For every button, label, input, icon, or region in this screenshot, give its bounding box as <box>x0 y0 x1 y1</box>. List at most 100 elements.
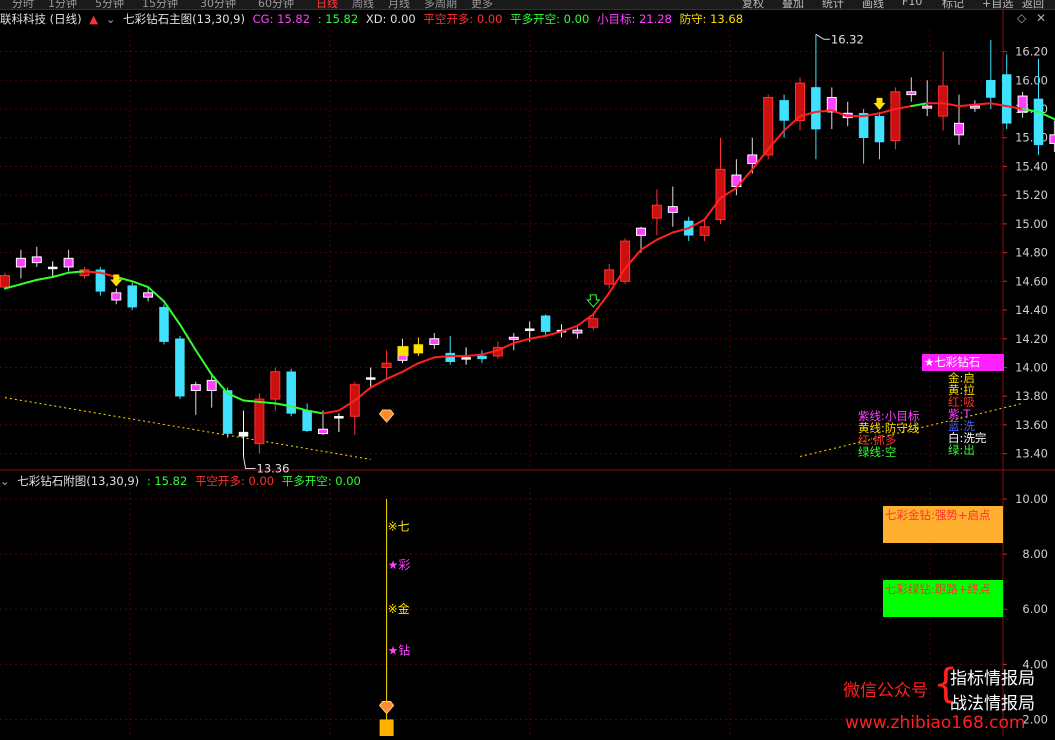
high-marker-line <box>815 33 830 40</box>
candle-body <box>318 428 328 435</box>
candle-body <box>922 105 933 109</box>
main-curve-segment <box>528 334 547 340</box>
main-curve-segment <box>417 356 436 365</box>
main-curve-segment <box>322 409 340 415</box>
low-marker-line <box>243 456 256 470</box>
sub-signal-label: ★彩 <box>388 558 411 572</box>
watermark-url: www.zhibiao168.com <box>845 713 1026 733</box>
diamond-icon <box>378 700 395 715</box>
candle-body <box>540 315 551 332</box>
candle-body <box>890 91 901 142</box>
signal-bar <box>379 719 394 736</box>
y-tick-label: 14.00 <box>1015 360 1048 374</box>
sub-signal-label: ★钻 <box>388 643 411 658</box>
candle-body <box>508 336 519 340</box>
defense-dotted-line <box>4 397 371 460</box>
candle-body <box>524 328 535 331</box>
sub-signal-label: ※七 <box>388 520 410 534</box>
y-tick-label: 13.80 <box>1015 389 1048 403</box>
wechat-label: 微信公众号 <box>843 681 928 701</box>
y-tick-label: 14.40 <box>1015 303 1048 317</box>
watermark-line-2: 战法情报局 <box>950 694 1035 714</box>
legend-right-column: 金:启 黄:拉 红:吸 紫:T 蓝:洗 白:洗完 绿:出 <box>948 372 986 456</box>
gold-diamond-box: 七彩金钻:强势+启点 <box>883 506 1003 543</box>
candle-body <box>254 398 265 445</box>
candle-body <box>445 352 455 362</box>
candle-body <box>699 226 710 236</box>
main-curve-segment <box>19 278 38 286</box>
candle-body <box>334 416 344 419</box>
candle-body <box>238 431 249 437</box>
candle-body <box>588 318 599 328</box>
candle-body <box>906 91 917 96</box>
candle-body <box>31 256 42 264</box>
candle-body <box>477 355 487 360</box>
candle-body <box>127 285 137 308</box>
legend-entry: 绿线:空 <box>858 445 897 459</box>
y-tick-label: 6.00 <box>1022 602 1048 616</box>
main-curve-segment <box>544 330 563 337</box>
y-tick-label: 8.00 <box>1022 547 1048 561</box>
candle-body <box>779 100 789 121</box>
candle-body <box>811 87 821 130</box>
y-tick-label: 14.20 <box>1015 332 1048 346</box>
y-tick-label: 16.00 <box>1015 73 1048 87</box>
legend-entry: 绿:出 <box>948 443 975 457</box>
main-curve-segment <box>655 231 674 241</box>
candle-body <box>969 105 980 109</box>
y-tick-label: 10.00 <box>1015 492 1048 506</box>
y-tick-label: 15.20 <box>1015 188 1048 202</box>
candle-body <box>302 410 312 431</box>
legend-left-column: 紫线:小目标 黄线:防守线 红:抓多 绿线:空 <box>858 410 919 458</box>
candle-body <box>604 269 615 285</box>
watermark-line-1: 指标情报局 <box>950 669 1035 689</box>
candle-body <box>47 266 58 270</box>
candle-body <box>190 384 201 391</box>
candle-body <box>747 154 758 165</box>
arrow-down-icon <box>873 97 886 110</box>
y-tick-label: 2.00 <box>1022 712 1048 726</box>
main-curve-segment <box>51 271 70 279</box>
chart-canvas[interactable]: 16.2016.0015.8015.6015.4015.2015.0014.80… <box>0 0 1055 740</box>
candle-body <box>63 257 74 268</box>
sub-signal-label: ※金 <box>388 601 410 616</box>
y-tick-label: 14.60 <box>1015 274 1048 288</box>
candle-body <box>143 292 154 298</box>
diamond-icon <box>378 409 395 423</box>
candle-body <box>365 377 376 380</box>
candle-body <box>572 329 583 334</box>
main-curve-segment <box>35 276 54 281</box>
candle-body <box>175 338 185 397</box>
candle-body <box>381 362 392 368</box>
candle-body <box>620 240 631 282</box>
y-tick-label: 15.40 <box>1015 159 1048 173</box>
y-tick-label: 15.00 <box>1015 217 1048 231</box>
y-tick-label: 13.40 <box>1015 447 1048 461</box>
candle-body <box>1001 74 1012 124</box>
candle-body <box>651 204 662 219</box>
candle-body <box>0 275 10 288</box>
main-curve-segment <box>385 370 404 380</box>
legend-title-pill: ★七彩钻石 <box>922 354 1004 371</box>
candle-body <box>715 168 726 221</box>
candle-body <box>986 80 996 98</box>
candle-body <box>429 338 440 345</box>
candle-body <box>270 371 281 400</box>
candle-body <box>222 390 233 434</box>
main-curve-segment <box>973 102 992 106</box>
main-curve-segment <box>369 377 388 389</box>
candle-body <box>954 122 964 136</box>
low-label: 13.36 <box>257 462 290 476</box>
candle-body <box>461 357 471 360</box>
high-label: 16.32 <box>831 32 864 46</box>
yellow-signal-box <box>397 346 409 357</box>
main-curve-segment <box>640 238 658 251</box>
main-curve-segment <box>194 349 213 376</box>
candle-body <box>636 227 646 236</box>
main-curve-segment <box>496 342 515 352</box>
y-tick-label: 14.80 <box>1015 246 1048 260</box>
candle-body <box>206 379 217 391</box>
candle-body <box>111 292 122 301</box>
candle-body <box>15 257 26 268</box>
candle-body <box>874 115 885 143</box>
